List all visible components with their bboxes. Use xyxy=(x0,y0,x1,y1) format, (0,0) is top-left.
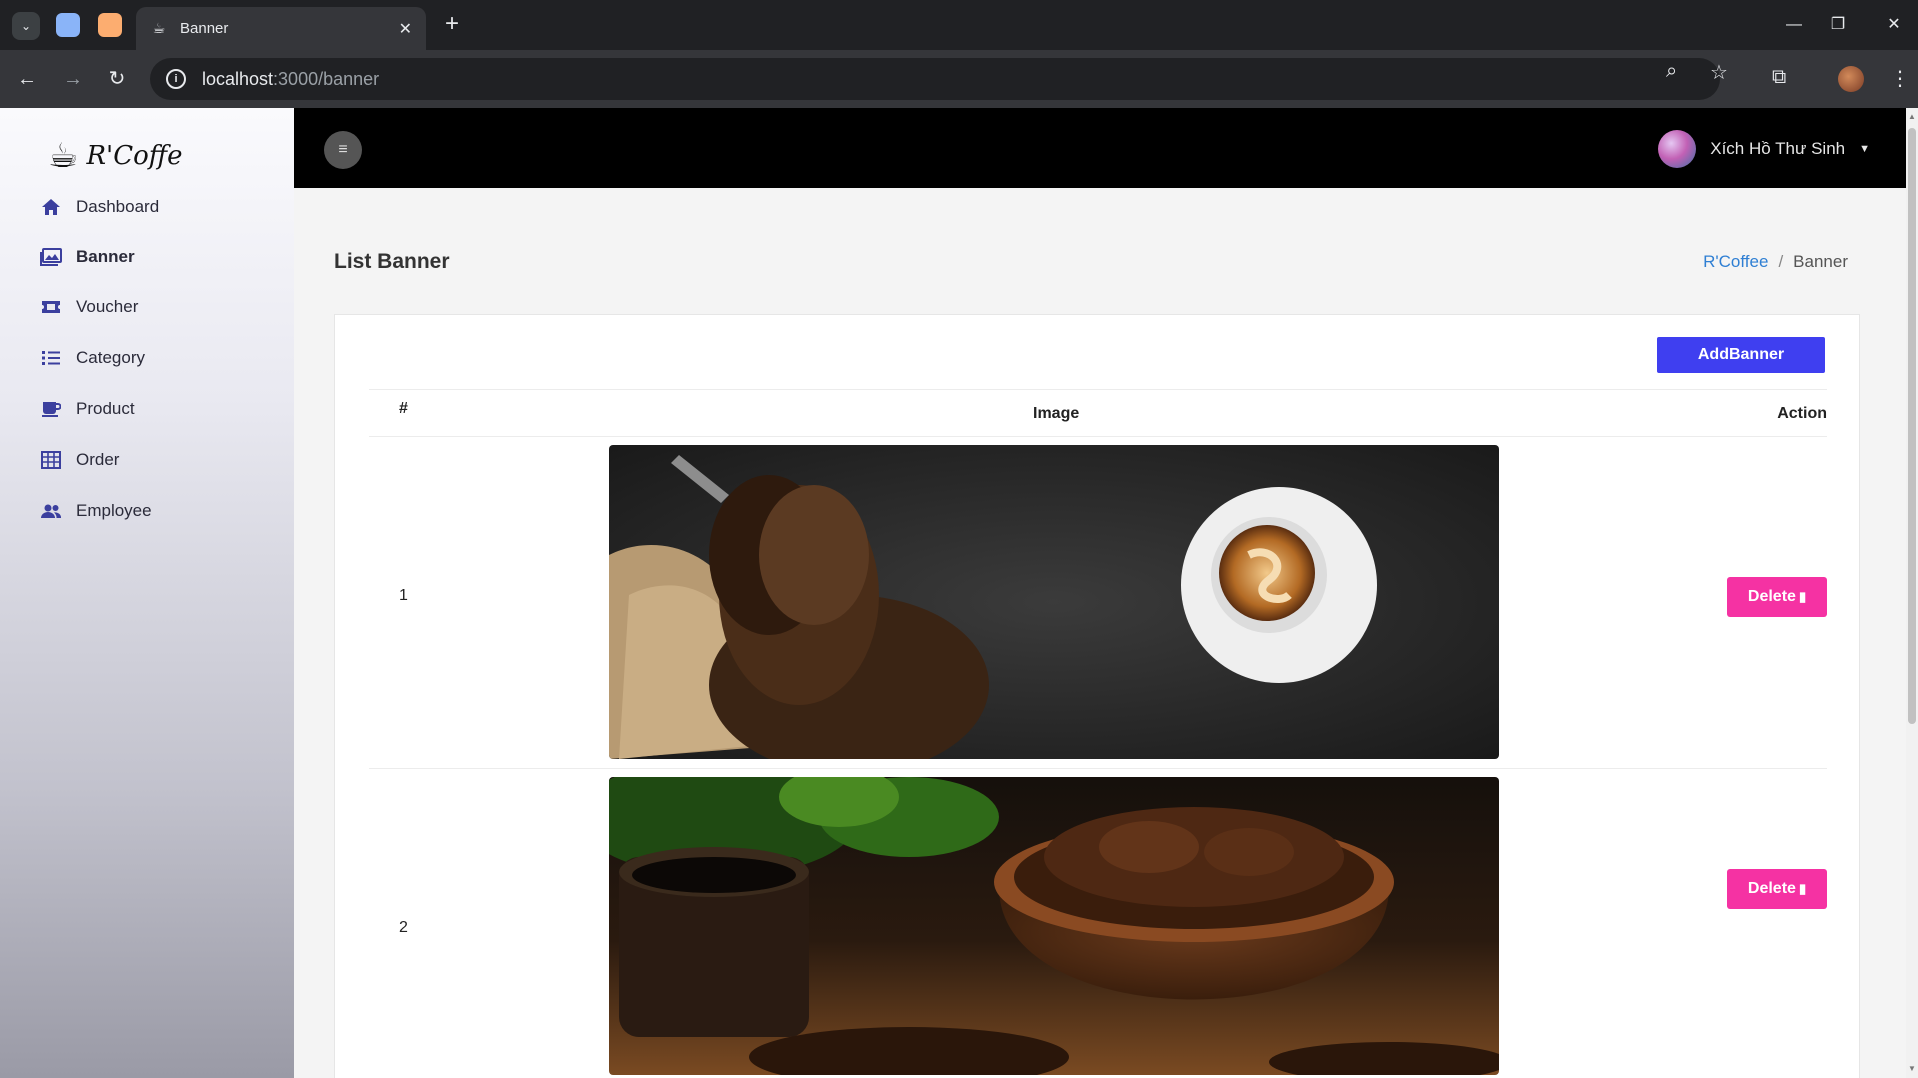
banner-image xyxy=(609,445,1499,759)
sidebar-item-product[interactable]: Product xyxy=(40,394,135,424)
delete-button-label: Delete xyxy=(1747,588,1796,605)
banner-list-card: AddBanner # Image Action 1 Delete ▮ 2 De… xyxy=(334,314,1860,1078)
file-icon: ▮ xyxy=(1798,881,1807,896)
table-grid-icon xyxy=(40,450,62,470)
row-number: 2 xyxy=(399,919,408,936)
tab-strip: ⌄ ☕ Banner ✕ + — ❐ ✕ xyxy=(0,0,1918,50)
sidebar-item-order[interactable]: Order xyxy=(40,445,119,475)
image-gallery-icon xyxy=(40,247,62,267)
scrollbar-thumb[interactable] xyxy=(1908,128,1916,724)
coffee-cup-icon: ☕ xyxy=(48,137,79,175)
column-header-image: Image xyxy=(1033,405,1080,422)
forward-icon[interactable]: → xyxy=(60,66,86,92)
profile-avatar-icon[interactable] xyxy=(1838,66,1864,92)
coffee-mug-icon xyxy=(40,399,62,419)
bookmark-star-icon[interactable]: ☆ xyxy=(1710,60,1728,85)
address-bar[interactable]: i localhost :3000/banner xyxy=(150,58,1720,100)
brand-name: R'Coffe xyxy=(86,141,183,171)
breadcrumb-separator: / xyxy=(1778,252,1784,271)
zoom-icon[interactable]: ⌕ xyxy=(1666,60,1677,83)
sidebar-item-voucher[interactable]: Voucher xyxy=(40,292,138,322)
user-menu[interactable]: Xích Hồ Thư Sinh ▼ xyxy=(1658,130,1870,168)
tab-group-orange-icon[interactable] xyxy=(98,13,122,37)
chevron-down-icon[interactable]: ▼ xyxy=(1859,143,1870,155)
sidebar-item-label: Dashboard xyxy=(76,197,160,216)
breadcrumb-current: Banner xyxy=(1793,252,1848,271)
new-tab-icon[interactable]: + xyxy=(440,12,464,37)
add-banner-button[interactable]: AddBanner xyxy=(1657,337,1825,373)
table-header: # Image Action xyxy=(369,389,1827,437)
ticket-icon xyxy=(40,297,62,317)
extensions-icon[interactable]: ⧉ xyxy=(1772,66,1786,89)
reload-icon[interactable]: ↻ xyxy=(104,66,130,92)
sidebar-item-label: Banner xyxy=(76,247,135,266)
sidebar-item-label: Category xyxy=(76,348,145,367)
tab-search-icon[interactable]: ⌄ xyxy=(12,12,40,40)
column-header-action: Action xyxy=(1777,405,1827,422)
home-icon xyxy=(40,197,62,217)
main-content: List Banner R'Coffee / Banner AddBanner … xyxy=(294,188,1906,1078)
sidebar: ☕ R'Coffe Dashboard Banner Voucher Categ… xyxy=(0,108,294,1078)
page-title: List Banner xyxy=(334,250,450,273)
scroll-down-icon[interactable]: ▼ xyxy=(1908,1064,1916,1074)
users-icon xyxy=(40,501,62,521)
browser-chrome: ⌄ ☕ Banner ✕ + — ❐ ✕ ← → ↻ i localhost :… xyxy=(0,0,1918,108)
brand-logo[interactable]: ☕ R'Coffe xyxy=(48,136,183,176)
tab-banner[interactable]: ☕ Banner ✕ xyxy=(136,7,426,50)
app-header: ≡ Xích Hồ Thư Sinh ▼ xyxy=(294,108,1906,188)
sidebar-item-label: Employee xyxy=(76,501,152,520)
back-icon[interactable]: ← xyxy=(14,66,40,92)
table-row: 1 Delete ▮ xyxy=(369,437,1827,769)
sidebar-item-employee[interactable]: Employee xyxy=(40,496,152,526)
banner-image xyxy=(609,777,1499,1075)
tab-group-blue-icon[interactable] xyxy=(56,13,80,37)
url-path: :3000/banner xyxy=(273,68,380,89)
user-name[interactable]: Xích Hồ Thư Sinh xyxy=(1710,139,1845,159)
sidebar-item-label: Product xyxy=(76,399,135,418)
hamburger-menu-icon[interactable]: ≡ xyxy=(324,131,362,169)
tab-close-icon[interactable]: ✕ xyxy=(399,19,412,39)
sidebar-item-label: Order xyxy=(76,450,120,469)
column-header-number: # xyxy=(399,400,408,417)
scroll-up-icon[interactable]: ▲ xyxy=(1908,112,1916,122)
tab-title: Banner xyxy=(180,20,229,37)
delete-button-label: Delete xyxy=(1747,880,1796,897)
sidebar-item-dashboard[interactable]: Dashboard xyxy=(40,192,159,222)
minimize-icon[interactable]: — xyxy=(1774,12,1814,38)
sidebar-item-category[interactable]: Category xyxy=(40,343,145,373)
site-info-icon[interactable]: i xyxy=(166,69,186,89)
row-number: 1 xyxy=(399,587,408,604)
file-icon: ▮ xyxy=(1798,589,1807,604)
menu-kebab-icon[interactable]: ⋮ xyxy=(1890,66,1910,91)
coffee-favicon-icon: ☕ xyxy=(152,20,166,36)
delete-button[interactable]: Delete ▮ xyxy=(1727,577,1827,617)
table-row: 2 Delete ▮ xyxy=(369,769,1827,1078)
avatar[interactable] xyxy=(1658,130,1697,168)
restore-icon[interactable]: ❐ xyxy=(1818,12,1858,38)
list-icon xyxy=(40,348,62,368)
close-window-icon[interactable]: ✕ xyxy=(1874,12,1914,38)
breadcrumb: R'Coffee / Banner xyxy=(1703,252,1848,272)
breadcrumb-root-link[interactable]: R'Coffee xyxy=(1703,252,1768,272)
sidebar-item-label: Voucher xyxy=(76,297,139,316)
banner-image-coffee-scoop xyxy=(609,445,1499,759)
delete-button[interactable]: Delete ▮ xyxy=(1727,869,1827,909)
sidebar-item-banner[interactable]: Banner xyxy=(40,242,135,272)
browser-toolbar: ← → ↻ i localhost :3000/banner ⌕ ☆ ⧉ ⋮ xyxy=(0,50,1918,108)
banner-image-coffee-bowl xyxy=(609,777,1499,1075)
url-host: localhost xyxy=(202,68,274,89)
